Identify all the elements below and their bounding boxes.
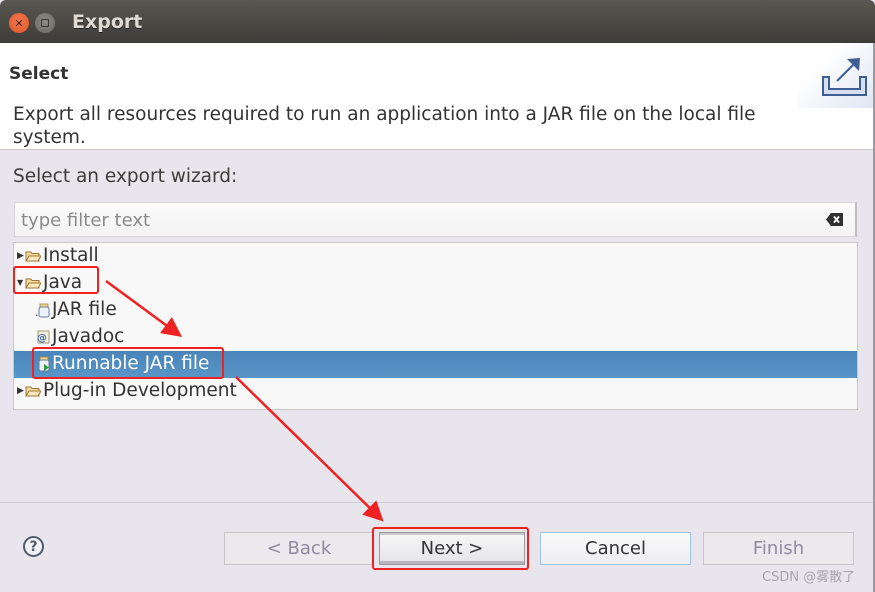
page-title: Select xyxy=(9,64,69,84)
window-maximize-button[interactable] xyxy=(35,13,55,33)
filter-field[interactable] xyxy=(14,202,857,237)
next-button[interactable]: Next > xyxy=(379,532,525,565)
javadoc-icon: @ xyxy=(37,330,50,344)
folder-icon xyxy=(25,386,41,397)
tree-item-install[interactable]: ▶ Install xyxy=(14,243,857,270)
svg-text:@: @ xyxy=(37,333,47,344)
maximize-icon xyxy=(41,19,49,27)
finish-button[interactable]: Finish xyxy=(703,532,854,565)
back-button[interactable]: < Back xyxy=(224,532,374,565)
tree-item-java[interactable]: ▼ Java xyxy=(14,270,857,297)
tree-item-label: Plug-in Development xyxy=(43,380,237,401)
help-icon: ? xyxy=(29,538,38,555)
window-title: Export xyxy=(72,11,143,33)
window-close-button[interactable]: ✕ xyxy=(9,13,29,33)
folder-icon xyxy=(25,251,41,262)
tree-item-label: Javadoc xyxy=(52,326,125,347)
footer-separator xyxy=(0,502,873,503)
tree-item-label: Install xyxy=(43,245,99,266)
close-icon: ✕ xyxy=(14,16,24,30)
expand-arrow-icon[interactable]: ▶ xyxy=(17,243,24,269)
wizard-select-label: Select an export wizard: xyxy=(13,166,238,187)
watermark: CSDN @雾散了 xyxy=(762,570,856,585)
tree-item-jar-file[interactable]: JAR file xyxy=(14,297,857,324)
help-button[interactable]: ? xyxy=(23,536,44,557)
expand-arrow-icon[interactable]: ▶ xyxy=(17,378,24,404)
wizard-tree[interactable]: ▶ Install ▼ Java JAR file @ Javadoc Runn… xyxy=(13,242,858,410)
export-wizard-icon xyxy=(822,58,867,96)
collapse-arrow-icon[interactable]: ▼ xyxy=(17,270,23,296)
tree-item-label: Java xyxy=(43,272,83,293)
tree-item-label: Runnable JAR file xyxy=(52,353,210,374)
cancel-button[interactable]: Cancel xyxy=(540,532,691,565)
folder-icon xyxy=(25,278,41,289)
tree-item-javadoc[interactable]: @ Javadoc xyxy=(14,324,857,351)
tree-item-runnable-jar-file[interactable]: Runnable JAR file xyxy=(14,351,857,378)
filter-input[interactable] xyxy=(21,207,811,233)
page-description: Export all resources required to run an … xyxy=(13,104,756,148)
tree-item-plugin-development[interactable]: ▶ Plug-in Development xyxy=(14,378,857,405)
runnable-jar-icon xyxy=(38,356,50,372)
tree-item-label: JAR file xyxy=(52,299,117,320)
wizard-header: Select Export all resources required to … xyxy=(0,43,873,150)
clear-filter-icon[interactable] xyxy=(826,213,843,226)
window-titlebar: ✕ Export xyxy=(0,0,875,43)
header-banner xyxy=(798,43,873,108)
jar-icon xyxy=(36,303,50,318)
